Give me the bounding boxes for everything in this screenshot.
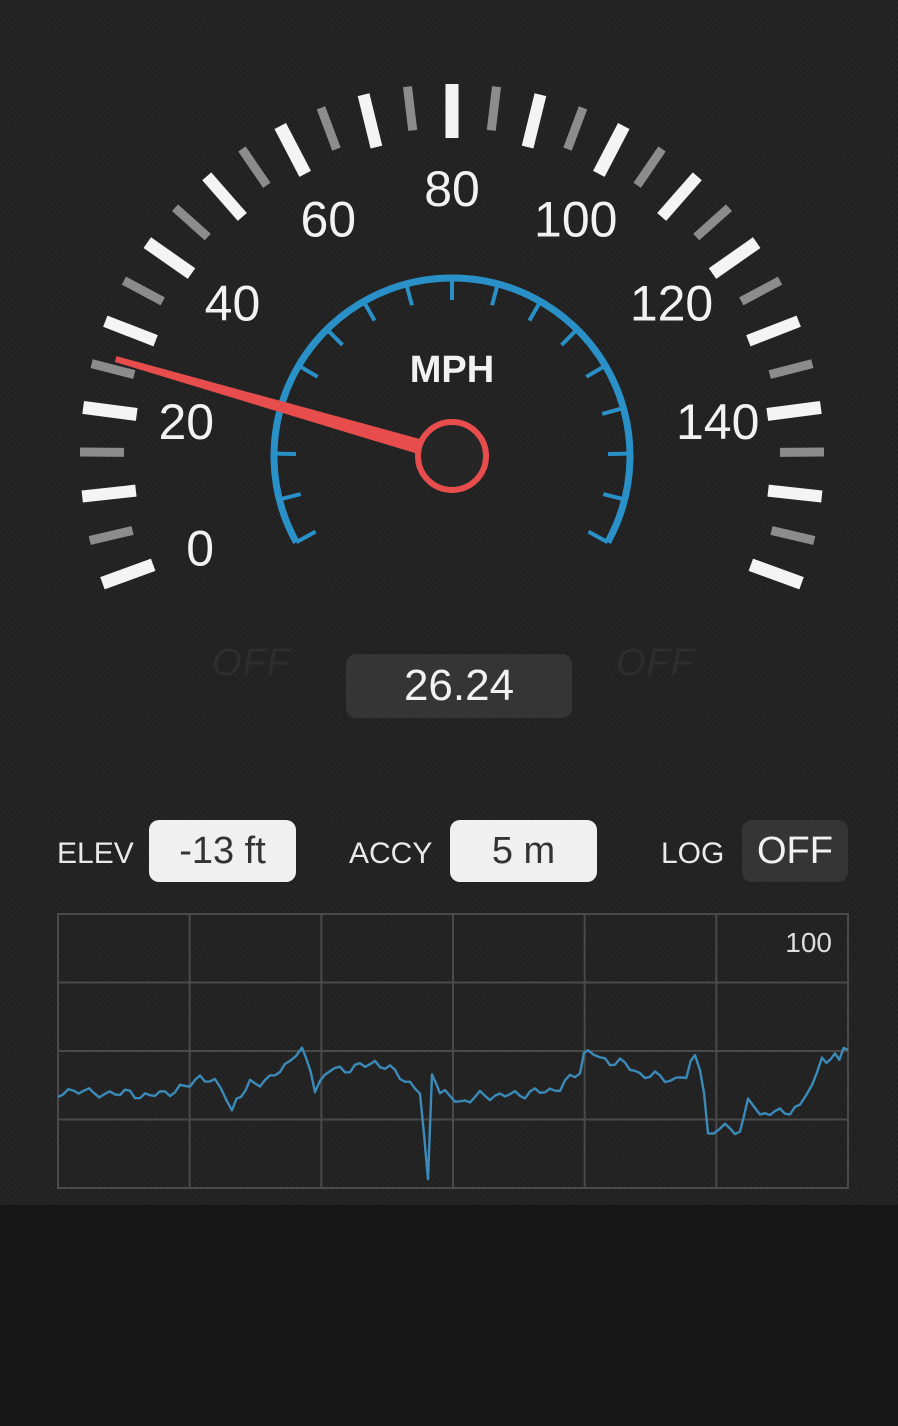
speed-history-graph: 100 — [57, 913, 849, 1189]
graph-max-label: 100 — [785, 927, 832, 958]
speedometer-panel: 0 20 40 60 80 100 120 140 MPH OFF OFF 26.24 ELE… — [0, 0, 898, 1205]
graph-grid — [57, 913, 849, 1189]
app-screen: 0 20 40 60 80 100 120 140 MPH OFF OFF 26.24 ELE… — [0, 0, 898, 1426]
